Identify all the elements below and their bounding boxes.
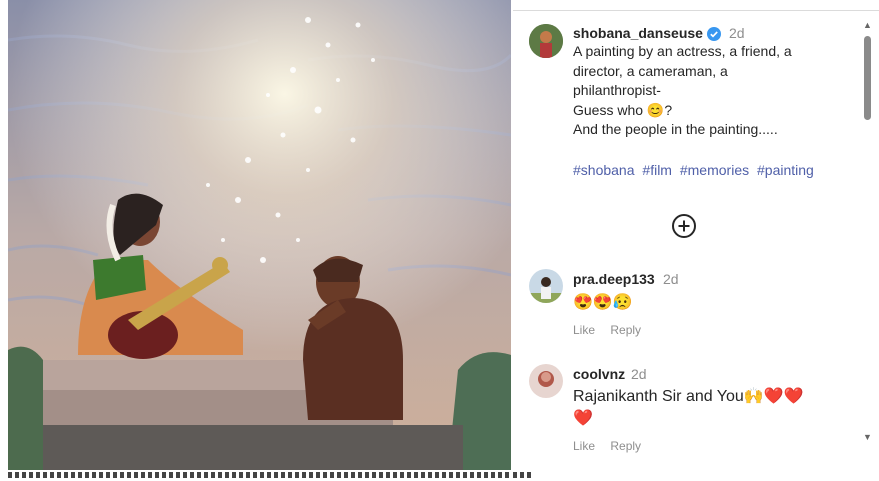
comment-avatar[interactable] xyxy=(529,364,563,398)
reply-button[interactable]: Reply xyxy=(610,323,641,337)
hashtag-link[interactable]: #shobana xyxy=(573,162,635,178)
comment-actions: Like Reply xyxy=(573,323,653,337)
comment-timestamp[interactable]: 2d xyxy=(631,366,647,382)
hashtag-link[interactable]: #painting xyxy=(757,162,814,178)
caption-line: Guess who 😊? xyxy=(573,101,673,118)
hashtag-link[interactable]: #memories xyxy=(680,162,749,178)
comment-author-username[interactable]: coolvnz xyxy=(573,366,625,382)
post-image xyxy=(8,0,511,470)
avatar-image xyxy=(529,364,563,398)
comment-timestamp[interactable]: 2d xyxy=(663,271,679,287)
hashtags: #shobana #film #memories #painting xyxy=(573,162,818,178)
caption-line: A painting by an actress, a friend, a xyxy=(573,43,792,59)
scroll-up-arrow-icon[interactable]: ▲ xyxy=(863,20,872,30)
post-author-username[interactable]: shobana_danseuse xyxy=(573,25,703,41)
painting-illustration xyxy=(8,0,511,470)
like-button[interactable]: Like xyxy=(573,439,595,453)
scroll-down-arrow-icon[interactable]: ▼ xyxy=(863,432,872,442)
caption-line: And the people in the painting..... xyxy=(573,121,778,137)
cut-edge-divider xyxy=(513,472,533,478)
like-button[interactable]: Like xyxy=(573,323,595,337)
hashtag-link[interactable]: #film xyxy=(642,162,672,178)
comment-text: 😍😍😥 xyxy=(573,294,633,311)
cut-edge-divider xyxy=(8,472,511,478)
caption-line: director, a cameraman, a xyxy=(573,62,728,79)
plus-circle-icon xyxy=(672,214,696,238)
load-more-comments-button[interactable] xyxy=(671,213,697,239)
post-timestamp[interactable]: 2d xyxy=(729,25,745,41)
scrollbar-thumb[interactable] xyxy=(864,36,871,120)
caption-line: philanthropist- xyxy=(573,82,661,98)
comment-text: Rajanikanth Sir and You🙌❤️❤️ xyxy=(573,388,804,405)
comment-text-line2: ❤️ xyxy=(573,410,593,427)
comment-actions: Like Reply xyxy=(573,439,653,453)
comments-panel: shobana_danseuse 2d A painting by an act… xyxy=(513,0,879,470)
comment-avatar[interactable] xyxy=(529,269,563,303)
comment-author-username[interactable]: pra.deep133 xyxy=(573,271,655,287)
avatar-image xyxy=(529,269,563,303)
author-avatar[interactable] xyxy=(529,24,563,58)
panel-divider xyxy=(513,10,879,11)
verified-badge-icon xyxy=(707,27,721,41)
reply-button[interactable]: Reply xyxy=(610,439,641,453)
post-caption: A painting by an actress, a friend, a di… xyxy=(573,42,843,140)
avatar-image xyxy=(529,24,563,58)
